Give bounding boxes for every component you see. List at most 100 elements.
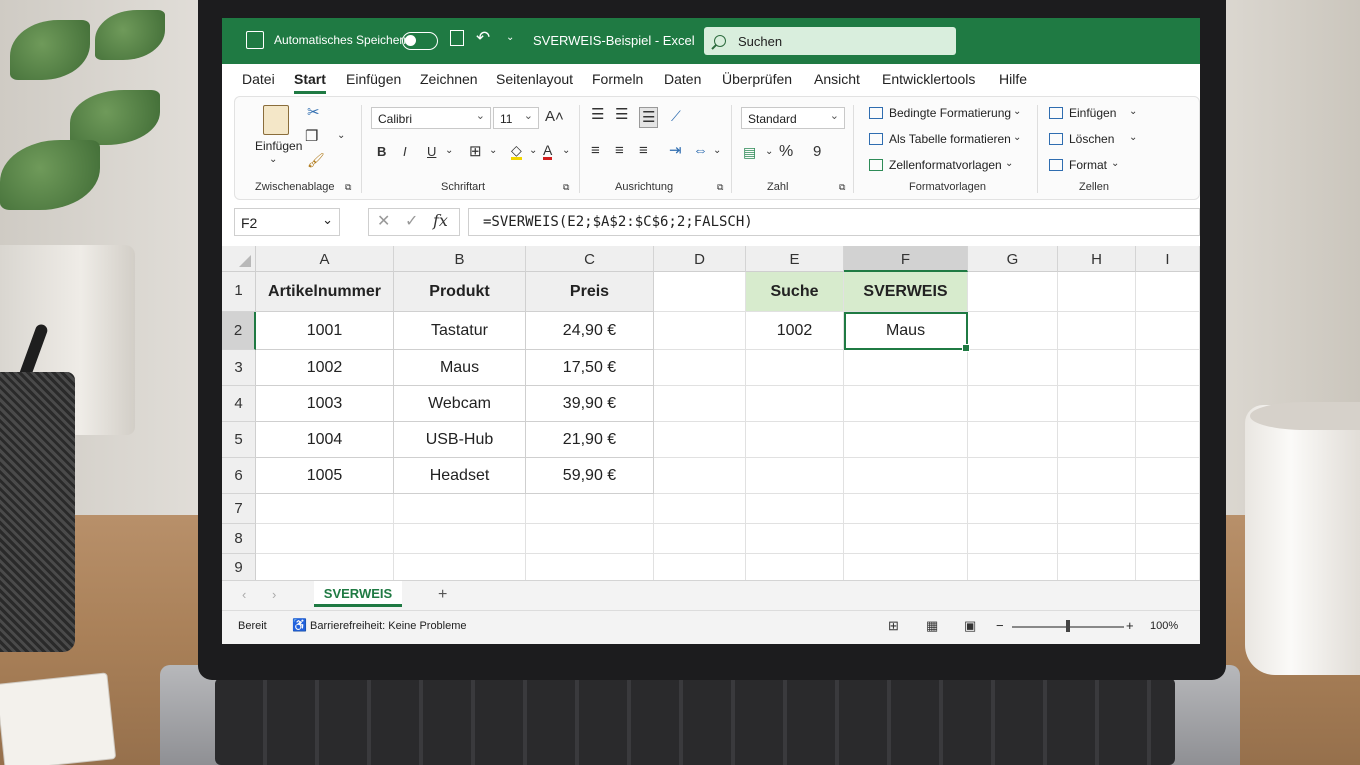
font-size-select[interactable]: 11 (493, 107, 539, 129)
cell-a1[interactable]: Artikelnummer (256, 272, 394, 312)
cell-f9[interactable] (844, 554, 968, 582)
cell-a7[interactable] (256, 494, 394, 524)
column-header-g[interactable]: G (968, 246, 1058, 272)
cell-c3[interactable]: 17,50 € (526, 350, 654, 386)
cell-h3[interactable] (1058, 350, 1136, 386)
cell-g9[interactable] (968, 554, 1058, 582)
zoom-level[interactable]: 100% (1150, 620, 1178, 632)
cell-d4[interactable] (654, 386, 746, 422)
cell-i2[interactable] (1136, 312, 1200, 350)
tab-seitenlayout[interactable]: Seitenlayout (496, 71, 573, 87)
insert-cells-button[interactable]: Einfügen (1069, 106, 1116, 120)
fx-icon[interactable]: fx (433, 213, 448, 229)
cell-c6[interactable]: 59,90 € (526, 458, 654, 494)
percent-icon[interactable]: % (779, 144, 793, 160)
cell-styles-button[interactable]: Zellenformatvorlagen (889, 158, 1002, 172)
row-header-4[interactable]: 4 (222, 386, 256, 422)
number-format-select[interactable]: Standard (741, 107, 845, 129)
format-cells-button[interactable]: Format (1069, 158, 1107, 172)
cell-c7[interactable] (526, 494, 654, 524)
cell-e4[interactable] (746, 386, 844, 422)
cell-g1[interactable] (968, 272, 1058, 312)
chevron-down-icon[interactable]: ⌄ (1013, 107, 1021, 117)
currency-icon[interactable]: ▤ (743, 145, 756, 159)
chevron-down-icon[interactable]: ⌄ (562, 146, 570, 156)
cell-a5[interactable]: 1004 (256, 422, 394, 458)
dialog-launcher-icon[interactable]: ⧉ (345, 183, 351, 192)
tab-ueberpruefen[interactable]: Überprüfen (722, 71, 792, 87)
cell-g7[interactable] (968, 494, 1058, 524)
fill-color-icon[interactable]: ◇ (511, 143, 522, 160)
font-color-icon[interactable]: A (543, 143, 553, 160)
chevron-down-icon[interactable]: ⌄ (489, 146, 497, 156)
cell-a6[interactable]: 1005 (256, 458, 394, 494)
cell-e1[interactable]: Suche (746, 272, 844, 312)
format-as-table-button[interactable]: Als Tabelle formatieren (889, 132, 1011, 146)
cell-f8[interactable] (844, 524, 968, 554)
cell-a9[interactable] (256, 554, 394, 582)
cell-e5[interactable] (746, 422, 844, 458)
cell-f6[interactable] (844, 458, 968, 494)
chevron-down-icon[interactable]: ⌄ (529, 146, 537, 156)
chevron-down-icon[interactable]: ⌄ (1129, 107, 1137, 117)
column-header-f[interactable]: F (844, 246, 968, 272)
cell-f5[interactable] (844, 422, 968, 458)
cell-e8[interactable] (746, 524, 844, 554)
cell-h2[interactable] (1058, 312, 1136, 350)
cell-g4[interactable] (968, 386, 1058, 422)
column-header-h[interactable]: H (1058, 246, 1136, 272)
cell-a2[interactable]: 1001 (256, 312, 394, 350)
chevron-down-icon[interactable]: ⌄ (445, 146, 453, 156)
cell-g2[interactable] (968, 312, 1058, 350)
normal-view-icon[interactable]: ⊞ (888, 619, 899, 632)
chevron-down-icon[interactable]: ⌄ (1111, 159, 1119, 169)
cell-b4[interactable]: Webcam (394, 386, 526, 422)
cell-i4[interactable] (1136, 386, 1200, 422)
cell-h9[interactable] (1058, 554, 1136, 582)
paste-icon[interactable] (263, 105, 289, 135)
search-box[interactable]: Suchen (704, 27, 956, 55)
zoom-in-button[interactable]: + (1126, 618, 1134, 633)
row-header-2[interactable]: 2 (222, 312, 256, 350)
tab-formeln[interactable]: Formeln (592, 71, 643, 87)
cell-e3[interactable] (746, 350, 844, 386)
cell-i6[interactable] (1136, 458, 1200, 494)
chevron-down-icon[interactable]: ⌄ (765, 147, 773, 157)
cell-e7[interactable] (746, 494, 844, 524)
cell-i5[interactable] (1136, 422, 1200, 458)
save-icon[interactable] (450, 30, 464, 46)
cell-d1[interactable] (654, 272, 746, 312)
chevron-down-icon[interactable]: ⌄ (1005, 159, 1013, 169)
grow-font-icon[interactable]: A˄ (545, 109, 564, 124)
row-header-3[interactable]: 3 (222, 350, 256, 386)
cell-i9[interactable] (1136, 554, 1200, 582)
cell-b5[interactable]: USB-Hub (394, 422, 526, 458)
tab-datei[interactable]: Datei (242, 71, 275, 87)
cell-i1[interactable] (1136, 272, 1200, 312)
font-name-select[interactable]: Calibri (371, 107, 491, 129)
align-left-icon[interactable]: ≡ (591, 143, 600, 158)
chevron-down-icon[interactable]: ⌄ (713, 146, 721, 156)
dialog-launcher-icon[interactable]: ⧉ (717, 183, 723, 192)
cell-c8[interactable] (526, 524, 654, 554)
cell-f3[interactable] (844, 350, 968, 386)
app-save-icon[interactable] (246, 31, 264, 49)
format-painter-icon[interactable]: 🖌 (307, 153, 325, 167)
tab-zeichnen[interactable]: Zeichnen (420, 71, 478, 87)
cell-i3[interactable] (1136, 350, 1200, 386)
tab-ansicht[interactable]: Ansicht (814, 71, 860, 87)
cell-b7[interactable] (394, 494, 526, 524)
cell-d3[interactable] (654, 350, 746, 386)
delete-cells-button[interactable]: Löschen (1069, 132, 1114, 146)
cell-e2[interactable]: 1002 (746, 312, 844, 350)
cell-d5[interactable] (654, 422, 746, 458)
page-layout-icon[interactable]: ▦ (926, 619, 938, 632)
column-header-d[interactable]: D (654, 246, 746, 272)
column-header-e[interactable]: E (746, 246, 844, 272)
cell-b6[interactable]: Headset (394, 458, 526, 494)
merge-icon[interactable]: ⇔ (693, 143, 708, 158)
cell-h8[interactable] (1058, 524, 1136, 554)
column-header-c[interactable]: C (526, 246, 654, 272)
cell-c9[interactable] (526, 554, 654, 582)
cell-e9[interactable] (746, 554, 844, 582)
